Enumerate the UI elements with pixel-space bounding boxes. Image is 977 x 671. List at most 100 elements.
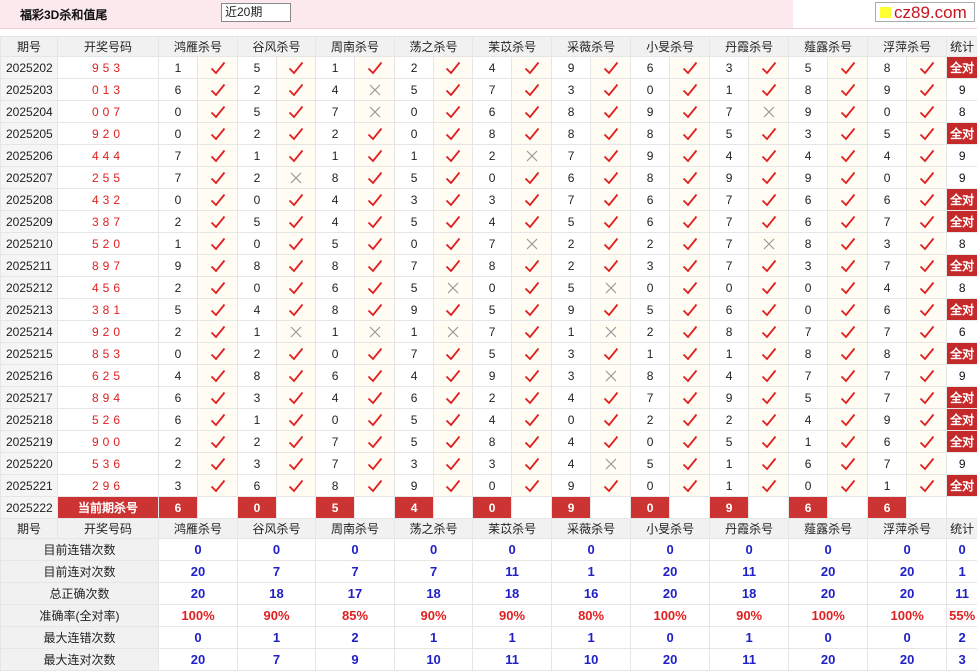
kill-number-cell: 6 [552, 167, 591, 189]
hit-mark-cell [512, 211, 552, 233]
hit-mark-cell [670, 123, 710, 145]
stat-value: 18 [395, 583, 473, 605]
check-icon [919, 105, 935, 119]
column-header-expert[interactable]: 采薇杀号 [552, 37, 631, 57]
kill-number-cell: 8 [789, 233, 828, 255]
check-icon [210, 413, 226, 427]
hit-mark-cell [591, 57, 631, 79]
column-header-expert[interactable]: 采薇杀号 [552, 519, 631, 539]
kill-number-cell: 9 [789, 101, 828, 123]
kill-number-cell: 9 [552, 57, 591, 79]
stat-value: 7 [395, 561, 473, 583]
kill-number-cell: 2 [631, 321, 670, 343]
kill-number-cell: 7 [710, 211, 749, 233]
issue-cell: 2025219 [1, 431, 58, 453]
kill-number-cell: 0 [631, 431, 670, 453]
hit-mark-cell [828, 431, 868, 453]
miss-mark-cell [591, 277, 631, 299]
column-header-expert[interactable]: 周南杀号 [316, 37, 395, 57]
draw-number-cell: 526 [58, 409, 159, 431]
hit-mark-cell [749, 145, 789, 167]
column-header-expert[interactable]: 苿苡杀号 [473, 519, 552, 539]
kill-number-cell: 1 [159, 233, 198, 255]
site-logo[interactable]: cz89.com [875, 2, 975, 22]
column-header-expert[interactable]: 丹霞杀号 [710, 519, 789, 539]
hit-mark-cell [434, 101, 473, 123]
stat-value: 7 [316, 561, 395, 583]
period-select[interactable]: 近20期 [221, 3, 291, 22]
hit-mark-cell [670, 189, 710, 211]
table-row: 202520301362457301899 [1, 79, 977, 101]
kill-number-cell: 7 [868, 387, 907, 409]
check-icon [919, 281, 935, 295]
column-header-expert[interactable]: 谷风杀号 [238, 37, 316, 57]
miss-mark-cell [355, 321, 395, 343]
current-kill-blank [198, 497, 238, 519]
hit-mark-cell [828, 57, 868, 79]
column-header-expert[interactable]: 鸿雁杀号 [159, 519, 238, 539]
kill-number-cell: 3 [552, 343, 591, 365]
issue-cell: 2025208 [1, 189, 58, 211]
issue-cell: 2025209 [1, 211, 58, 233]
column-header-expert[interactable]: 周南杀号 [316, 519, 395, 539]
hit-mark-cell [828, 79, 868, 101]
hit-mark-cell [749, 57, 789, 79]
hit-mark-cell [907, 79, 947, 101]
table-row: 20252199002275840516全对 [1, 431, 977, 453]
hit-mark-cell [749, 277, 789, 299]
column-header-expert[interactable]: 荡之杀号 [395, 519, 473, 539]
stat-value: 20 [631, 649, 710, 671]
check-icon [210, 457, 226, 471]
kill-number-cell: 5 [631, 299, 670, 321]
column-header-stat: 统计 [947, 37, 977, 57]
hit-mark-cell [828, 277, 868, 299]
column-header-expert[interactable]: 浮萍杀号 [868, 519, 947, 539]
column-header-expert[interactable]: 谷风杀号 [238, 519, 316, 539]
check-icon [524, 369, 540, 383]
check-icon [210, 303, 226, 317]
miss-mark-cell [512, 233, 552, 255]
column-header-expert[interactable]: 苿苡杀号 [473, 37, 552, 57]
kill-number-cell: 7 [395, 255, 434, 277]
check-icon [524, 259, 540, 273]
check-icon [367, 457, 383, 471]
kill-number-cell: 4 [316, 79, 355, 101]
kill-number-cell: 3 [789, 255, 828, 277]
stat-value: 0 [473, 539, 552, 561]
hit-mark-cell [591, 167, 631, 189]
hit-mark-cell [907, 299, 947, 321]
hit-mark-cell [198, 211, 238, 233]
hit-mark-cell [749, 365, 789, 387]
check-icon [603, 105, 619, 119]
miss-mark-cell [355, 101, 395, 123]
column-header-expert[interactable]: 鸿雁杀号 [159, 37, 238, 57]
all-correct-badge: 全对 [947, 387, 977, 409]
column-header-expert[interactable]: 小旻杀号 [631, 37, 710, 57]
column-header-expert[interactable]: 荡之杀号 [395, 37, 473, 57]
column-header-expert[interactable]: 丹霞杀号 [710, 37, 789, 57]
column-header-expert[interactable]: 小旻杀号 [631, 519, 710, 539]
kill-number-cell: 6 [710, 299, 749, 321]
column-header-expert[interactable]: 薤露杀号 [789, 519, 868, 539]
kill-number-cell: 6 [316, 277, 355, 299]
hit-mark-cell [512, 321, 552, 343]
hit-mark-cell [355, 453, 395, 475]
kill-number-cell: 5 [238, 101, 277, 123]
check-icon [524, 193, 540, 207]
kill-number-cell: 4 [789, 409, 828, 431]
stat-value: 10 [395, 649, 473, 671]
all-correct-badge: 全对 [947, 189, 977, 211]
stat-value: 2 [947, 627, 977, 649]
check-icon [445, 193, 461, 207]
column-header-expert[interactable]: 浮萍杀号 [868, 37, 947, 57]
kill-number-cell: 7 [868, 321, 907, 343]
correct-count-cell: 8 [947, 277, 977, 299]
all-correct-badge: 全对 [947, 343, 977, 365]
column-header-number: 开奖号码 [58, 37, 159, 57]
stat-value: 7 [238, 561, 316, 583]
kill-number-cell: 1 [395, 145, 434, 167]
hit-mark-cell [277, 365, 316, 387]
hit-mark-cell [670, 167, 710, 189]
column-header-expert[interactable]: 薤露杀号 [789, 37, 868, 57]
check-icon [288, 83, 304, 97]
